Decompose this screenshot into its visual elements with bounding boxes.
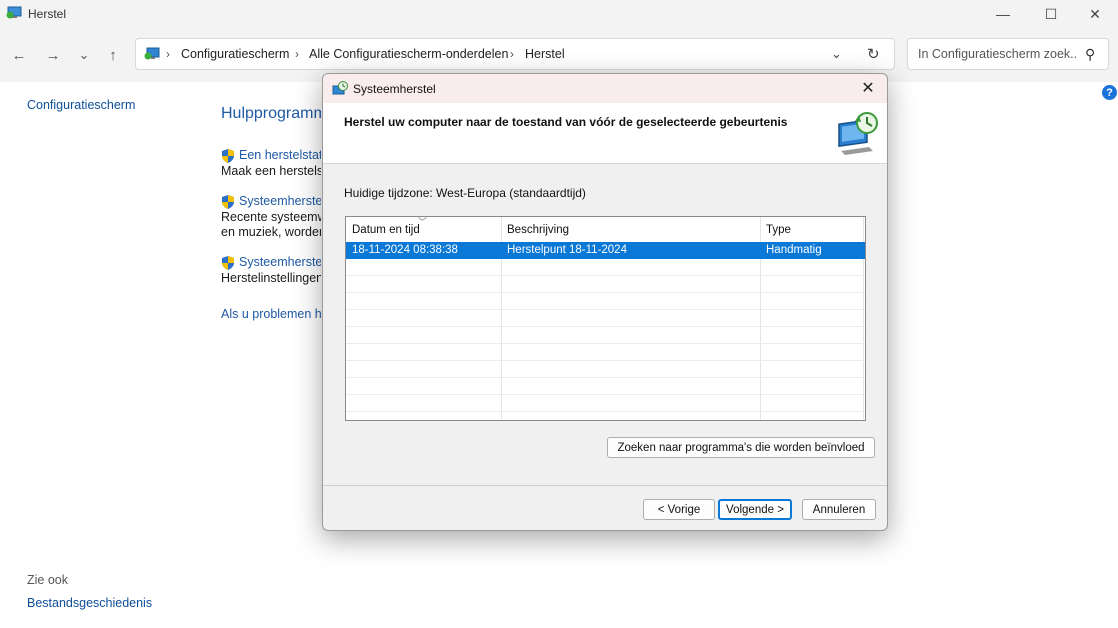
search-input[interactable] (916, 46, 1080, 62)
breadcrumb-recovery[interactable]: Herstel (525, 47, 565, 61)
refresh-icon[interactable]: ↻ (867, 45, 880, 63)
row-type: Handmatig (766, 244, 822, 256)
uac-shield-icon (222, 256, 234, 270)
tool-description: en muziek, worden (221, 225, 321, 239)
column-header-description[interactable]: Beschrijving (507, 224, 569, 236)
troubleshoot-link[interactable]: Als u problemen hebt (221, 307, 321, 321)
row-description: Herstelpunt 18-11-2024 (507, 244, 627, 256)
create-recovery-drive-link[interactable]: Een herstelstation maken (239, 148, 321, 162)
table-row-empty (346, 344, 865, 361)
configure-system-restore-tool: Systeemherstel configureren Herstelinste… (221, 255, 321, 289)
address-bar[interactable]: › Configuratiescherm › Alle Configuratie… (135, 38, 895, 70)
tool-description: Herstelinstellingen wijzigen (221, 271, 321, 285)
dialog-title: Systeemherstel (353, 82, 436, 96)
breadcrumb-all-items[interactable]: Alle Configuratiescherm-onderdelen (309, 47, 508, 61)
breadcrumb-separator: › (510, 47, 514, 61)
list-header: ﹀ Datum en tijd Beschrijving Type (346, 217, 865, 243)
dialog-separator (323, 485, 887, 486)
see-also-label: Zie ook (27, 573, 68, 587)
search-icon[interactable]: ⚲ (1085, 46, 1095, 63)
system-restore-icon (332, 81, 348, 95)
scan-affected-programs-button[interactable]: Zoeken naar programma's die worden beïnv… (607, 437, 875, 458)
restore-points-list[interactable]: ﹀ Datum en tijd Beschrijving Type 18-11-… (345, 216, 866, 421)
address-dropdown-chevron-icon[interactable]: ⌄ (831, 46, 842, 62)
table-row-empty (346, 259, 865, 276)
timezone-label: Huidige tijdzone: West-Europa (standaard… (344, 186, 586, 200)
back-button[interactable]: < Vorige (643, 499, 715, 520)
breadcrumb-separator: › (166, 47, 170, 61)
next-button[interactable]: Volgende > (718, 499, 792, 520)
table-row-empty (346, 395, 865, 412)
table-row-empty (346, 293, 865, 310)
dialog-titlebar[interactable]: Systeemherstel ✕ (323, 74, 887, 103)
file-history-link[interactable]: Bestandsgeschiedenis (27, 596, 152, 610)
open-system-restore-tool: Systeemherstel openen Recente systeemwij… (221, 194, 321, 242)
table-row-empty (346, 276, 865, 293)
minimize-button[interactable]: — (980, 0, 1026, 28)
table-row-empty (346, 327, 865, 344)
restore-computer-icon (838, 112, 878, 155)
maximize-button[interactable]: ☐ (1028, 0, 1074, 28)
breadcrumb-separator: › (295, 47, 299, 61)
open-system-restore-link[interactable]: Systeemherstel openen (239, 194, 321, 208)
window-title: Herstel (28, 7, 67, 21)
tool-description: Recente systeemwijzigingen ongedaan make… (221, 210, 321, 224)
dialog-header: Herstel uw computer naar de toestand van… (323, 103, 887, 164)
table-row-empty (346, 310, 865, 327)
uac-shield-icon (222, 195, 234, 209)
back-arrow-icon[interactable]: ← (8, 45, 30, 65)
control-panel-home-link[interactable]: Configuratiescherm (27, 98, 135, 112)
breadcrumb-control-panel[interactable]: Configuratiescherm (181, 47, 289, 61)
close-icon[interactable]: ✕ (858, 78, 878, 98)
forward-arrow-icon[interactable]: → (42, 45, 64, 65)
table-row-empty (346, 378, 865, 395)
control-panel-icon (144, 47, 160, 60)
column-header-datetime[interactable]: Datum en tijd (352, 224, 420, 236)
recovery-app-icon (6, 6, 22, 19)
search-box[interactable]: ⚲ (907, 38, 1109, 70)
system-restore-dialog: Systeemherstel ✕ Herstel uw computer naa… (322, 73, 888, 531)
column-header-type[interactable]: Type (766, 224, 791, 236)
uac-shield-icon (222, 149, 234, 163)
window-titlebar: Herstel — ☐ ✕ (0, 0, 1118, 28)
cancel-button[interactable]: Annuleren (802, 499, 876, 520)
page-title: Hulpprogramma's voor geavanceerd herstel (221, 105, 321, 122)
recent-locations-chevron-icon[interactable]: ⌄ (73, 45, 95, 65)
table-row[interactable]: 18-11-2024 08:38:38 Herstelpunt 18-11-20… (346, 242, 865, 259)
close-window-button[interactable]: ✕ (1072, 0, 1118, 28)
configure-system-restore-link[interactable]: Systeemherstel configureren (239, 255, 321, 269)
row-datetime: 18-11-2024 08:38:38 (352, 244, 458, 256)
up-arrow-icon[interactable]: ↑ (102, 45, 124, 65)
help-icon[interactable]: ? (1102, 85, 1117, 100)
table-row-empty (346, 361, 865, 378)
create-recovery-drive-tool: Een herstelstation maken Maak een herste… (221, 148, 321, 182)
tool-description: Maak een herstelstation (221, 164, 321, 178)
dialog-heading: Herstel uw computer naar de toestand van… (344, 115, 788, 129)
